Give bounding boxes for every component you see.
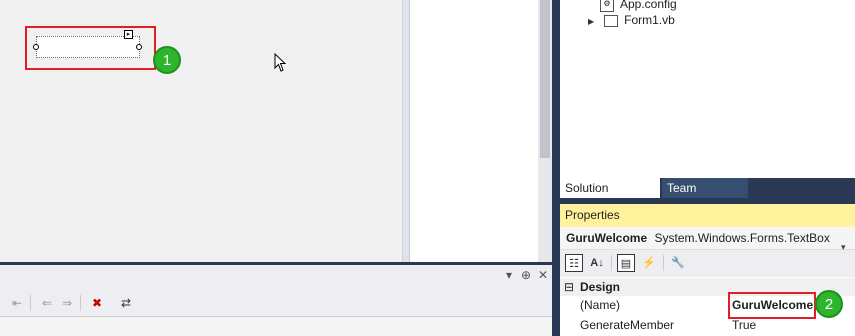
resize-handle-left[interactable] bbox=[33, 44, 39, 50]
property-name: (Name) bbox=[580, 298, 621, 312]
toolbar-separator bbox=[611, 255, 612, 271]
outdent-icon[interactable]: ⇤ bbox=[8, 294, 26, 312]
properties-title: Properties bbox=[560, 204, 855, 227]
toolbar-separator bbox=[663, 255, 664, 271]
mouse-cursor-icon bbox=[274, 53, 287, 72]
panel-splitter[interactable] bbox=[552, 0, 560, 336]
collapse-icon[interactable]: ⊟ bbox=[564, 278, 574, 296]
callout-badge-2: 2 bbox=[815, 290, 843, 318]
clear-all-icon[interactable]: ✖ bbox=[88, 294, 106, 312]
output-window-titlebar bbox=[0, 262, 552, 290]
output-toolbar bbox=[0, 290, 552, 316]
toolbar-separator bbox=[80, 295, 81, 311]
close-window-button[interactable]: ✕ bbox=[536, 268, 550, 282]
alphabetical-button[interactable]: A↓ bbox=[588, 254, 606, 272]
designer-right-border bbox=[402, 0, 410, 262]
property-pages-button[interactable]: 🔧 bbox=[669, 254, 687, 272]
tree-expander-icon[interactable]: ▶ bbox=[588, 17, 594, 26]
property-row-generate-member[interactable]: GenerateMember True bbox=[560, 316, 855, 335]
selected-object-type: System.Windows.Forms.TextBox bbox=[654, 231, 830, 245]
form-file-icon bbox=[604, 14, 619, 27]
designer-canvas-area[interactable] bbox=[410, 0, 538, 262]
tab-solution-explorer[interactable]: Solution Explorer bbox=[560, 178, 660, 215]
window-dropdown-button[interactable]: ▾ bbox=[502, 268, 516, 282]
resize-handle-right[interactable] bbox=[136, 44, 142, 50]
property-name: GenerateMember bbox=[580, 318, 675, 332]
indent-left-icon[interactable]: ⇐ bbox=[38, 294, 56, 312]
category-label: Design bbox=[580, 280, 621, 294]
properties-object-selector[interactable]: GuruWelcome System.Windows.Forms.TextBox bbox=[560, 227, 855, 250]
name-value-highlight-box bbox=[728, 292, 816, 319]
output-window-body bbox=[0, 316, 552, 336]
indent-right-icon[interactable]: ⇒ bbox=[58, 294, 76, 312]
property-value[interactable]: True bbox=[732, 316, 756, 335]
events-button[interactable]: ⚡ bbox=[640, 254, 658, 272]
toolbar-separator bbox=[30, 295, 31, 311]
tree-item-form1-vb[interactable]: ▶ Form1.vb bbox=[588, 11, 675, 29]
pin-button[interactable]: ⊕ bbox=[519, 268, 533, 282]
word-wrap-icon[interactable]: ⇄ bbox=[117, 294, 135, 312]
smart-tag-icon[interactable]: ▸ bbox=[124, 30, 133, 39]
tab-team-explorer[interactable]: Team Explorer bbox=[662, 178, 748, 215]
categorized-button[interactable]: ☷ bbox=[565, 254, 583, 272]
properties-view-button[interactable]: ▤ bbox=[617, 254, 635, 272]
textbox-control[interactable] bbox=[36, 36, 140, 58]
callout-badge-1: 1 bbox=[153, 46, 181, 74]
selected-object-name: GuruWelcome bbox=[566, 231, 648, 245]
vertical-scrollbar-thumb[interactable] bbox=[540, 0, 550, 158]
solution-explorer-tree: ⚙ App.config ▶ Form1.vb bbox=[560, 0, 855, 178]
